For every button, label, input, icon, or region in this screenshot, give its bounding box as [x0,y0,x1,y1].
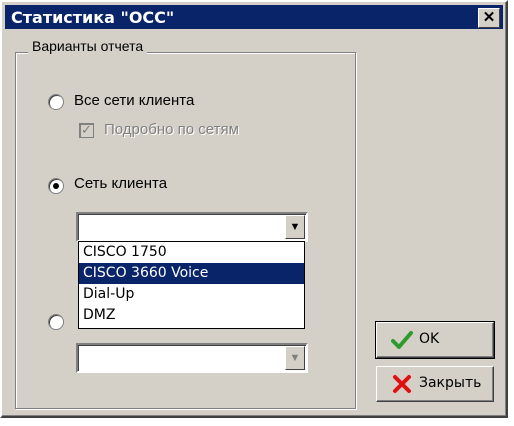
third-combobox[interactable]: ▼ [76,343,308,373]
radio-all-networks-label[interactable]: Все сети клиента [74,92,194,109]
checkmark-icon: ✓ [81,122,92,137]
network-combobox-arrow[interactable]: ▼ [285,215,305,239]
third-combobox-arrow[interactable]: ▼ [285,346,305,370]
group-title: Варианты отчета [28,38,148,54]
window-title: Статистика "ОСС" [11,8,175,27]
radio-selected-dot [53,183,59,189]
checkbox-detailed-by-networks[interactable]: ✓ [79,123,94,138]
radio-client-network-label[interactable]: Сеть клиента [74,175,167,192]
radio-all-networks[interactable] [48,94,64,110]
ok-button[interactable]: OK [375,321,495,359]
ok-button-label: OK [419,331,440,347]
close-button[interactable]: Закрыть [376,366,494,402]
dropdown-item[interactable]: CISCO 1750 [79,242,304,263]
network-dropdown-list: CISCO 1750 CISCO 3660 Voice Dial-Up DMZ [78,241,305,329]
radio-third-option[interactable] [48,314,64,330]
close-icon: ✕ [482,9,496,26]
checkbox-detailed-label: Подробно по сетям [104,121,239,138]
title-bar[interactable]: Статистика "ОСС" ✕ [5,5,503,29]
dropdown-item[interactable]: DMZ [79,305,304,326]
chevron-down-icon: ▼ [289,221,301,233]
network-combobox[interactable]: ▼ [76,212,308,242]
close-button-label: Закрыть [419,375,482,391]
close-window-button[interactable]: ✕ [478,8,500,28]
chevron-down-icon: ▼ [289,352,301,364]
checkmark-icon [391,331,413,349]
dropdown-item[interactable]: CISCO 3660 Voice [79,263,304,284]
radio-client-network[interactable] [48,178,64,194]
red-x-icon [393,375,411,393]
dropdown-item[interactable]: Dial-Up [79,284,304,305]
